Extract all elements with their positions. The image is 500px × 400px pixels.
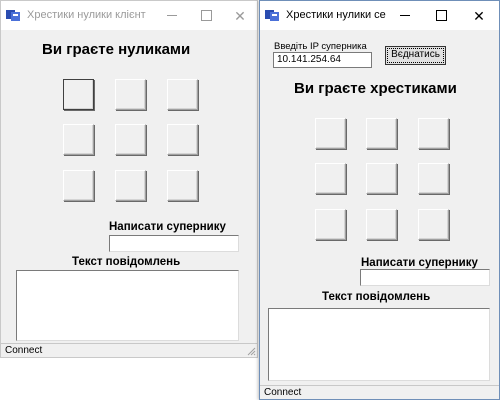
server-minimize-button[interactable] — [388, 1, 422, 30]
server-cell-3[interactable] — [418, 118, 449, 149]
server-cell-4[interactable] — [315, 163, 346, 194]
ip-label: Введіть IP суперника — [274, 41, 367, 52]
server-cell-8[interactable] — [366, 209, 397, 240]
server-cell-9[interactable] — [418, 209, 449, 240]
server-cell-7[interactable] — [315, 209, 346, 240]
client-titlebar[interactable]: Хрестики нулики клієнт ✕ — [1, 1, 257, 30]
server-cell-6[interactable] — [418, 163, 449, 194]
client-cell-2[interactable] — [115, 79, 146, 110]
client-cell-7[interactable] — [63, 170, 94, 201]
app-window-icon — [6, 10, 20, 21]
client-heading: Ви граєте нуликами — [42, 41, 191, 58]
server-maximize-button[interactable] — [424, 1, 458, 30]
client-cell-3[interactable] — [167, 79, 198, 110]
client-cell-6[interactable] — [167, 124, 198, 155]
server-cell-1[interactable] — [315, 118, 346, 149]
client-cell-9[interactable] — [167, 170, 198, 201]
server-close-button[interactable]: ✕ — [462, 1, 496, 30]
minimize-icon — [167, 15, 177, 16]
client-status-text: Connect — [5, 345, 43, 356]
client-maximize-button[interactable] — [189, 1, 223, 30]
server-messages-label: Текст повідомлень — [322, 291, 431, 303]
client-cell-5[interactable] — [115, 124, 146, 155]
maximize-icon — [200, 10, 212, 21]
server-titlebar[interactable]: Хрестики нулики се... ✕ — [260, 1, 499, 30]
client-cell-8[interactable] — [115, 170, 146, 201]
close-icon: ✕ — [473, 7, 485, 24]
server-heading: Ви граєте хрестиками — [294, 80, 457, 97]
client-minimize-button[interactable] — [155, 1, 189, 30]
client-message-input[interactable] — [109, 235, 239, 252]
server-message-input[interactable] — [360, 269, 490, 286]
server-write-label: Написати супернику — [361, 257, 478, 269]
server-cell-5[interactable] — [366, 163, 397, 194]
client-messages-label: Текст повідомлень — [72, 256, 181, 268]
server-window-title: Хрестики нулики се... — [286, 9, 386, 21]
minimize-icon — [400, 15, 410, 16]
connect-button[interactable]: Вєднатись — [385, 46, 446, 65]
server-cell-2[interactable] — [366, 118, 397, 149]
client-write-label: Написати супернику — [109, 221, 226, 233]
maximize-icon — [435, 10, 447, 21]
server-status-bar: Connect — [260, 385, 499, 399]
server-messages-area[interactable] — [268, 308, 490, 381]
client-cell-1[interactable] — [63, 79, 94, 110]
app-window-icon — [265, 10, 279, 21]
client-cell-4[interactable] — [63, 124, 94, 155]
client-status-bar: Connect — [1, 343, 257, 357]
client-close-button[interactable]: ✕ — [223, 1, 257, 30]
server-status-text: Connect — [264, 387, 302, 398]
client-messages-area[interactable] — [16, 270, 239, 341]
client-window: Хрестики нулики клієнт ✕ Ви граєте нулик… — [0, 0, 258, 358]
resize-grip-icon[interactable] — [246, 346, 256, 356]
server-window: Хрестики нулики се... ✕ Введіть IP супер… — [259, 0, 500, 400]
ip-input[interactable]: 10.141.254.64 — [273, 52, 372, 68]
close-icon: ✕ — [234, 7, 246, 24]
